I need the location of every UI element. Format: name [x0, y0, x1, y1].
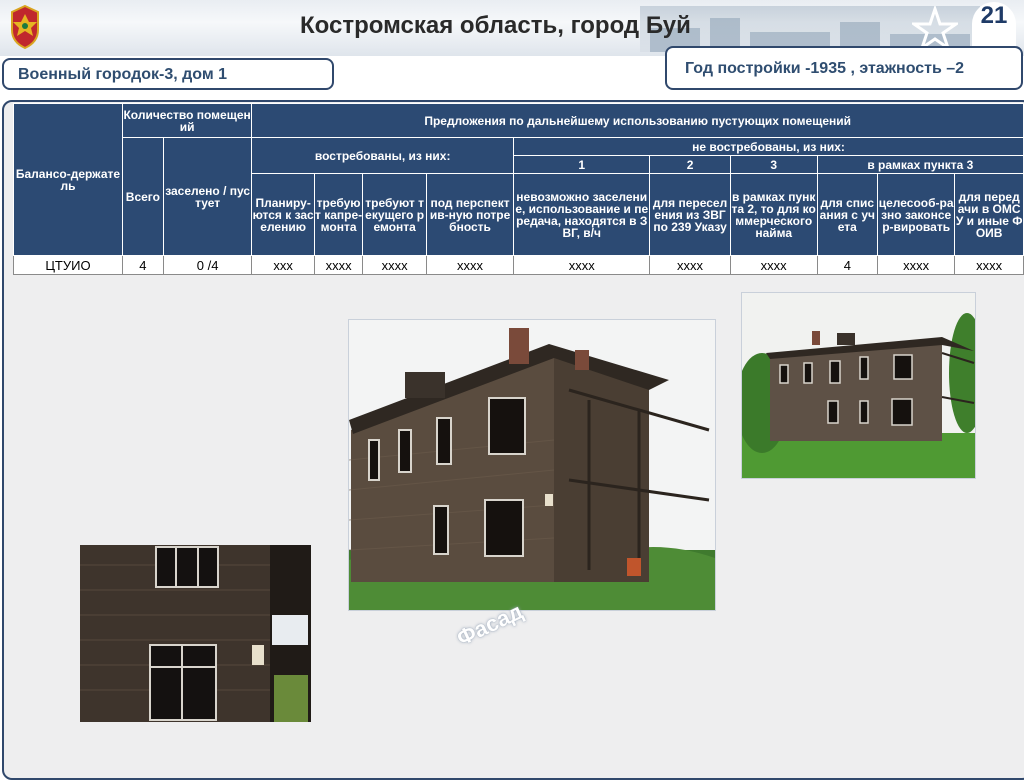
page-title: Костромская область, город Буй [300, 12, 691, 39]
header-num-2: 2 [649, 155, 731, 174]
table-cell: хххх [729, 255, 818, 275]
table-cell: хххх [313, 255, 364, 275]
header-demanded-4: под перспектив-ную потребность [426, 173, 515, 256]
header-occupied: заселено / пустует [162, 137, 253, 256]
header-within-3: в рамках пункта 3 [816, 155, 1024, 174]
header-demanded-2: требуют капре-монта [313, 173, 364, 256]
table-cell: 4 [121, 255, 164, 275]
header-not-demanded: не востребованы, из них: [513, 137, 1024, 156]
table-cell: 0 /4 [162, 255, 253, 275]
table-cell: ххх [251, 255, 315, 275]
closeup-photo [80, 545, 311, 722]
header-holder: Балансо-держатель [13, 103, 123, 256]
construction-info-box: Год постройки -1935 , этажность –2 [665, 46, 1023, 90]
table-cell: хххх [954, 255, 1024, 275]
header-not-demanded-2: для переселения из ЗВГ по 239 Указу [649, 173, 731, 256]
table-cell: хххх [649, 255, 731, 275]
header-demanded-3: требуют текущего ремонта [362, 173, 428, 256]
header-not-demanded-3: в рамках пункта 2, то для коммерческого … [729, 173, 818, 256]
header-demanded-1: Планиру-ются к заселению [251, 173, 315, 256]
header-count: Количество помещений [121, 103, 253, 138]
premises-table: Балансо-держатель Количество помещений П… [13, 103, 1024, 275]
header-num-3: 3 [729, 155, 818, 174]
table-cell: хххх [513, 255, 651, 275]
header-num-1: 1 [513, 155, 651, 174]
table-cell: хххх [426, 255, 515, 275]
coat-of-arms-icon [11, 4, 39, 50]
table-cell: 4 [816, 255, 878, 275]
header-not-demanded-1: невозможно заселение, использование и пе… [513, 173, 651, 256]
header-not-demanded-5: целесооб-разно законсер-вировать [876, 173, 956, 256]
table-cell: хххх [876, 255, 956, 275]
header-proposals: Предложения по дальнейшему использованию… [251, 103, 1024, 138]
location-info-box: Военный городок-3, дом 1 [2, 58, 334, 90]
header-not-demanded-4: для списания с учета [816, 173, 878, 256]
header-total: Всего [121, 137, 164, 256]
table-cell: хххх [362, 255, 428, 275]
table-row: ЦТУИО 4 0 /4 ххх хххх хххх хххх хххх ххх… [13, 255, 1024, 275]
side-photo [741, 292, 976, 479]
facade-photo [348, 319, 716, 611]
header-demanded: востребованы, из них: [251, 137, 515, 174]
table-cell: ЦТУИО [13, 255, 123, 275]
header-not-demanded-6: для передачи в ОМСУ и иные ФОИВ [954, 173, 1024, 256]
